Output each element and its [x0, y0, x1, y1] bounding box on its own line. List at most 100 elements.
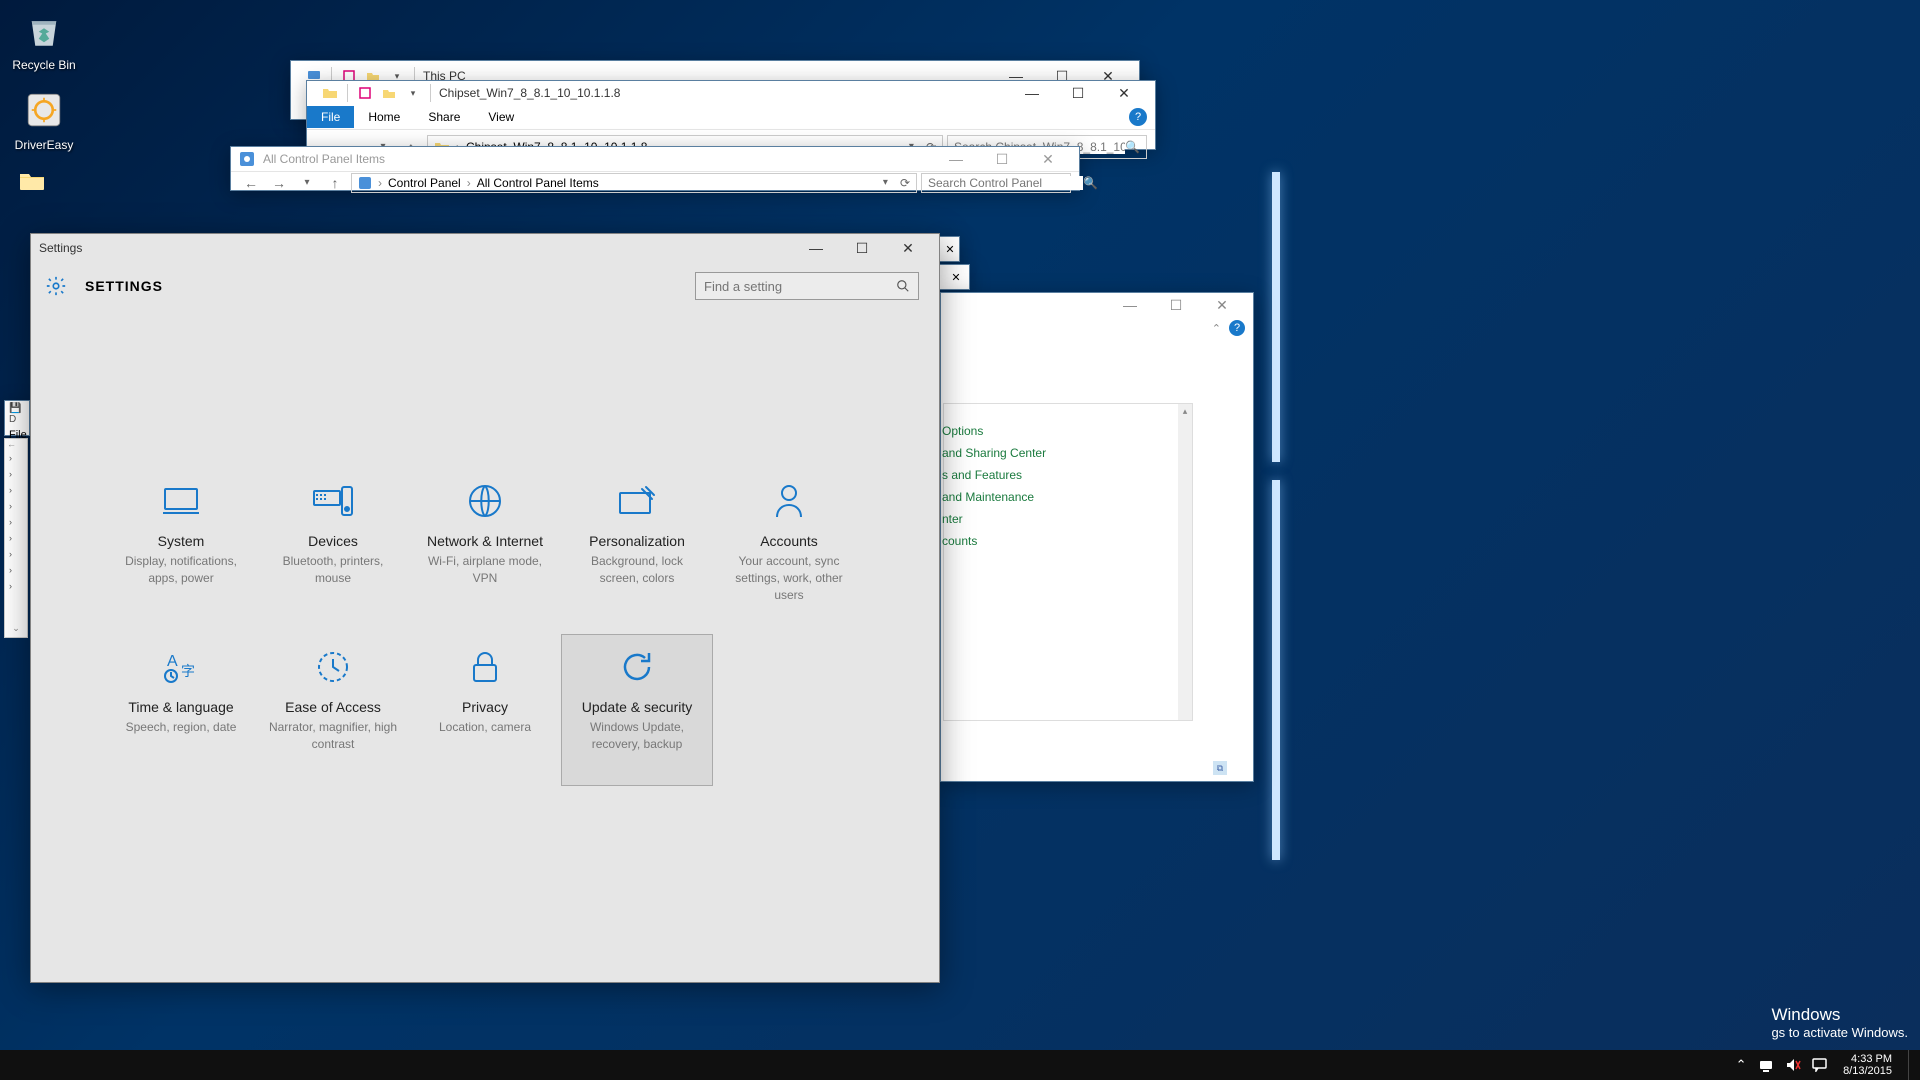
watermark-line2: gs to activate Windows.: [1771, 1025, 1908, 1040]
activation-watermark: Windows gs to activate Windows.: [1771, 1005, 1908, 1040]
scroll-up-icon[interactable]: ▴: [1180, 406, 1190, 416]
settings-tile-time[interactable]: A字 Time & language Speech, region, date: [105, 634, 257, 786]
cp-link[interactable]: counts: [942, 530, 1046, 552]
titlebar[interactable]: All Control Panel Items — ☐ ✕: [231, 147, 1079, 171]
action-center-icon[interactable]: [1811, 1057, 1827, 1073]
control-panel-icon: [358, 176, 372, 190]
window-title: Settings: [39, 241, 793, 255]
hero-edge-1: [1272, 172, 1280, 462]
tile-title: Time & language: [114, 699, 248, 715]
desktop-icon-folder[interactable]: [16, 170, 48, 196]
tile-desc: Background, lock screen, colors: [570, 553, 704, 587]
tab-file[interactable]: File: [307, 106, 354, 128]
tree-stub[interactable]: ← ››››››››› ⌄: [4, 438, 28, 638]
settings-tile-ease[interactable]: Ease of Access Narrator, magnifier, high…: [257, 634, 409, 786]
search-icon: 🔍: [1125, 140, 1140, 154]
explorer-window-chipset[interactable]: ▾ Chipset_Win7_8_8.1_10_10.1.1.8 — ☐ ✕ F…: [306, 80, 1156, 150]
settings-tile-update[interactable]: Update & security Windows Update, recove…: [561, 634, 713, 786]
new-folder-icon[interactable]: [380, 84, 398, 102]
taskbar-clock[interactable]: 4:33 PM 8/13/2015: [1837, 1053, 1898, 1077]
desktop-icon-label: Recycle Bin: [6, 58, 82, 72]
nav-forward-button[interactable]: →: [267, 171, 291, 195]
nav-up-button[interactable]: ↑: [323, 171, 347, 195]
settings-tile-network[interactable]: Network & Internet Wi-Fi, airplane mode,…: [409, 468, 561, 620]
cp-link[interactable]: and Sharing Center: [942, 442, 1046, 464]
settings-tile-privacy[interactable]: Privacy Location, camera: [409, 634, 561, 786]
tile-desc: Location, camera: [418, 719, 552, 736]
cp-link[interactable]: s and Features: [942, 464, 1046, 486]
tile-desc: Wi-Fi, airplane mode, VPN: [418, 553, 552, 587]
nav-back-button[interactable]: ←: [239, 171, 263, 195]
minimize-button[interactable]: —: [793, 235, 839, 261]
scrollbar[interactable]: ▴: [1178, 404, 1192, 720]
help-icon[interactable]: ?: [1229, 320, 1245, 336]
cp-link[interactable]: Options: [942, 420, 1046, 442]
nav-recent-button[interactable]: ▾: [295, 171, 319, 195]
tile-desc: Your account, sync settings, work, other…: [722, 553, 856, 603]
hero-edge-2: [1272, 480, 1280, 860]
desktop-icon-recycle-bin[interactable]: Recycle Bin: [6, 6, 82, 72]
nav-back-stub[interactable]: ←: [5, 439, 27, 453]
tab-share[interactable]: Share: [414, 106, 474, 128]
titlebar[interactable]: ▾ Chipset_Win7_8_8.1_10_10.1.1.8 — ☐ ✕: [307, 81, 1155, 105]
dropdown-icon[interactable]: ▾: [404, 84, 422, 102]
close-button[interactable]: ✕: [1199, 294, 1245, 316]
breadcrumb-dropdown-icon[interactable]: ▾: [883, 177, 888, 188]
update-security-icon: [570, 647, 704, 687]
breadcrumb-item[interactable]: Control Panel: [388, 176, 461, 190]
minimize-button[interactable]: —: [1009, 81, 1055, 105]
close-button[interactable]: ✕: [885, 235, 931, 261]
drive-icon: 💾 D: [5, 401, 29, 427]
taskbar[interactable]: ⌃ 4:33 PM 8/13/2015: [0, 1050, 1920, 1080]
settings-tile-personalization[interactable]: Personalization Background, lock screen,…: [561, 468, 713, 620]
titlebar[interactable]: Settings — ☐ ✕: [31, 234, 939, 262]
refresh-icon[interactable]: ⟳: [900, 176, 910, 190]
breadcrumb-item[interactable]: All Control Panel Items: [477, 176, 599, 190]
tile-desc: Bluetooth, printers, mouse: [266, 553, 400, 587]
maximize-button[interactable]: ☐: [979, 147, 1025, 171]
settings-window[interactable]: Settings — ☐ ✕ SETTINGS System Display, …: [30, 233, 940, 983]
partial-window-left: 💾 D File: [4, 400, 30, 436]
properties-icon[interactable]: [356, 84, 374, 102]
maximize-button[interactable]: ☐: [839, 235, 885, 261]
desktop-icon-drivereasy[interactable]: DriverEasy: [6, 86, 82, 152]
system-tray: ⌃ 4:33 PM 8/13/2015: [1733, 1050, 1920, 1080]
search-input[interactable]: [928, 176, 1083, 190]
volume-icon[interactable]: [1785, 1057, 1801, 1073]
maximize-button[interactable]: ☐: [1055, 81, 1101, 105]
folder-icon: [18, 170, 46, 192]
settings-header: SETTINGS: [31, 262, 939, 312]
settings-tile-devices[interactable]: Devices Bluetooth, printers, mouse: [257, 468, 409, 620]
tile-title: System: [114, 533, 248, 549]
tab-view[interactable]: View: [474, 106, 528, 128]
help-icon[interactable]: ?: [1129, 108, 1147, 126]
quick-access-toolbar: ▾: [315, 84, 439, 102]
cp-link[interactable]: nter: [942, 508, 1046, 530]
settings-tile-system[interactable]: System Display, notifications, apps, pow…: [105, 468, 257, 620]
network-icon[interactable]: [1759, 1057, 1775, 1073]
window-title: All Control Panel Items: [263, 152, 933, 166]
close-button[interactable]: ✕: [941, 237, 959, 261]
search-box[interactable]: 🔍: [921, 173, 1071, 193]
settings-search[interactable]: [695, 272, 919, 300]
chevron-up-icon[interactable]: ⌃: [1212, 322, 1221, 335]
maximize-button[interactable]: ☐: [1153, 294, 1199, 316]
tab-home[interactable]: Home: [354, 106, 414, 128]
minimize-button[interactable]: —: [1107, 294, 1153, 316]
close-button[interactable]: ✕: [1025, 147, 1071, 171]
titlebar[interactable]: — ☐ ✕: [941, 293, 1253, 317]
close-button[interactable]: ✕: [1101, 81, 1147, 105]
search-input[interactable]: [704, 279, 896, 294]
resize-grip[interactable]: ⧉: [1213, 761, 1227, 775]
settings-tile-accounts[interactable]: Accounts Your account, sync settings, wo…: [713, 468, 865, 620]
close-button[interactable]: ✕: [943, 265, 969, 289]
minimize-button[interactable]: —: [933, 147, 979, 171]
tray-overflow-icon[interactable]: ⌃: [1733, 1057, 1749, 1073]
control-panel-window[interactable]: All Control Panel Items — ☐ ✕ ← → ▾ ↑ › …: [230, 146, 1080, 191]
breadcrumb[interactable]: › Control Panel › All Control Panel Item…: [351, 173, 917, 193]
cp-link[interactable]: and Maintenance: [942, 486, 1046, 508]
show-desktop-button[interactable]: [1908, 1050, 1914, 1080]
chevron-down-icon[interactable]: ⌄: [5, 623, 27, 637]
svg-text:字: 字: [181, 663, 195, 679]
tile-title: Personalization: [570, 533, 704, 549]
